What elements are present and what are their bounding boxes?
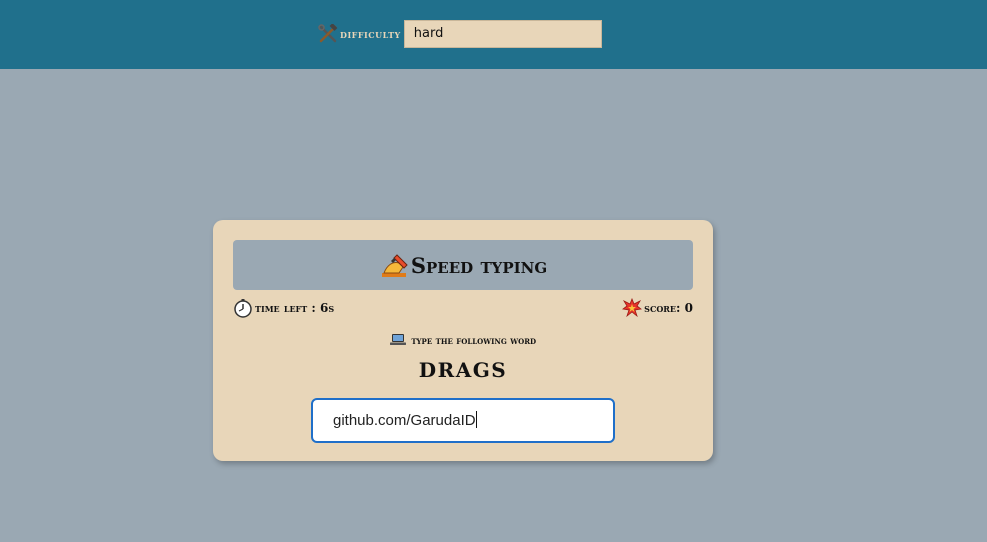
game-title: Speed typing: [410, 252, 548, 278]
difficulty-select[interactable]: hard: [403, 20, 602, 48]
text-caret: [475, 411, 477, 428]
typing-input-value: github.com/GarudaID: [333, 412, 476, 429]
difficulty-control: difficulty hard: [318, 19, 602, 49]
game-card: Speed typing time left : 6s score: 0 typ…: [213, 220, 713, 461]
laptop-icon: [389, 334, 406, 345]
difficulty-label: difficulty: [340, 27, 401, 41]
stopwatch-icon: [234, 299, 252, 318]
target-word: DRAGS: [418, 358, 508, 382]
time-left-label: time left : 6s: [255, 301, 335, 315]
score: score: 0: [622, 298, 693, 318]
instruction: type the following word: [213, 333, 713, 347]
stats-row: time left : 6s score: 0: [233, 298, 693, 320]
typing-input[interactable]: github.com/GarudaID: [311, 398, 615, 443]
score-label: score: 0: [644, 301, 693, 315]
writing-hand-icon: [381, 254, 408, 277]
top-bar: difficulty hard: [0, 0, 987, 69]
instruction-text: type the following word: [411, 336, 537, 347]
title-bar: Speed typing: [233, 240, 693, 290]
time-left: time left : 6s: [233, 298, 334, 318]
collision-icon: [622, 298, 643, 318]
hammer-wrench-icon: [318, 24, 338, 43]
